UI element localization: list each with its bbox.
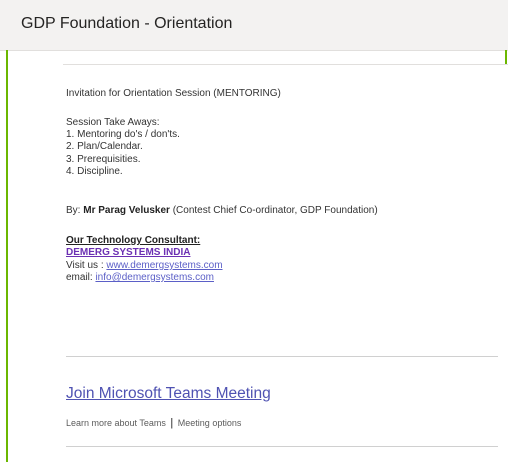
email-subject-title: GDP Foundation - Orientation xyxy=(21,15,233,32)
organizer-role: (Contest Chief Co-ordinator, GDP Foundat… xyxy=(169,205,378,216)
teams-divider-bottom xyxy=(66,446,498,447)
email-line: email: info@demergsystems.com xyxy=(66,272,214,284)
takeaway-item: 3. Prerequisities. xyxy=(66,154,141,165)
email-link[interactable]: info@demergsystems.com xyxy=(95,272,214,283)
website-link[interactable]: www.demergsystems.com xyxy=(106,260,222,271)
takeaway-item: 2. Plan/Calendar. xyxy=(66,141,143,152)
calendar-accent-bar xyxy=(6,50,8,462)
calendar-accent-bar-right xyxy=(505,50,507,64)
takeaway-item: 1. Mentoring do's / don'ts. xyxy=(66,129,180,140)
organizer-name: Mr Parag Velusker xyxy=(83,205,170,216)
consultant-heading: Our Technology Consultant: xyxy=(66,235,201,246)
learn-more-teams-link[interactable]: Learn more about Teams xyxy=(66,418,166,428)
organizer-prefix: By: xyxy=(66,205,84,216)
website-line: Visit us : www.demergsystems.com xyxy=(66,260,223,272)
organizer-line: By: Mr Parag Velusker (Contest Chief Co-… xyxy=(66,205,378,217)
takeaways-heading: Session Take Aways: xyxy=(66,117,160,128)
email-prefix: email: xyxy=(66,272,96,283)
teams-links-row: Learn more about Teams | Meeting options xyxy=(66,417,241,429)
teams-divider-top xyxy=(66,356,498,357)
invitation-line: Invitation for Orientation Session (MENT… xyxy=(66,88,281,99)
teams-links-separator: | xyxy=(170,417,174,429)
body-top-divider xyxy=(63,64,508,65)
join-teams-meeting-link[interactable]: Join Microsoft Teams Meeting xyxy=(66,385,271,403)
consultant-name-link[interactable]: DEMERG SYSTEMS INDIA xyxy=(66,247,190,259)
email-reading-pane: GDP Foundation - Orientation Invitation … xyxy=(0,0,508,462)
website-prefix: Visit us : xyxy=(66,260,107,271)
email-subject-header: GDP Foundation - Orientation xyxy=(0,0,508,51)
meeting-options-link[interactable]: Meeting options xyxy=(178,418,242,428)
takeaway-item: 4. Discipline. xyxy=(66,166,123,177)
